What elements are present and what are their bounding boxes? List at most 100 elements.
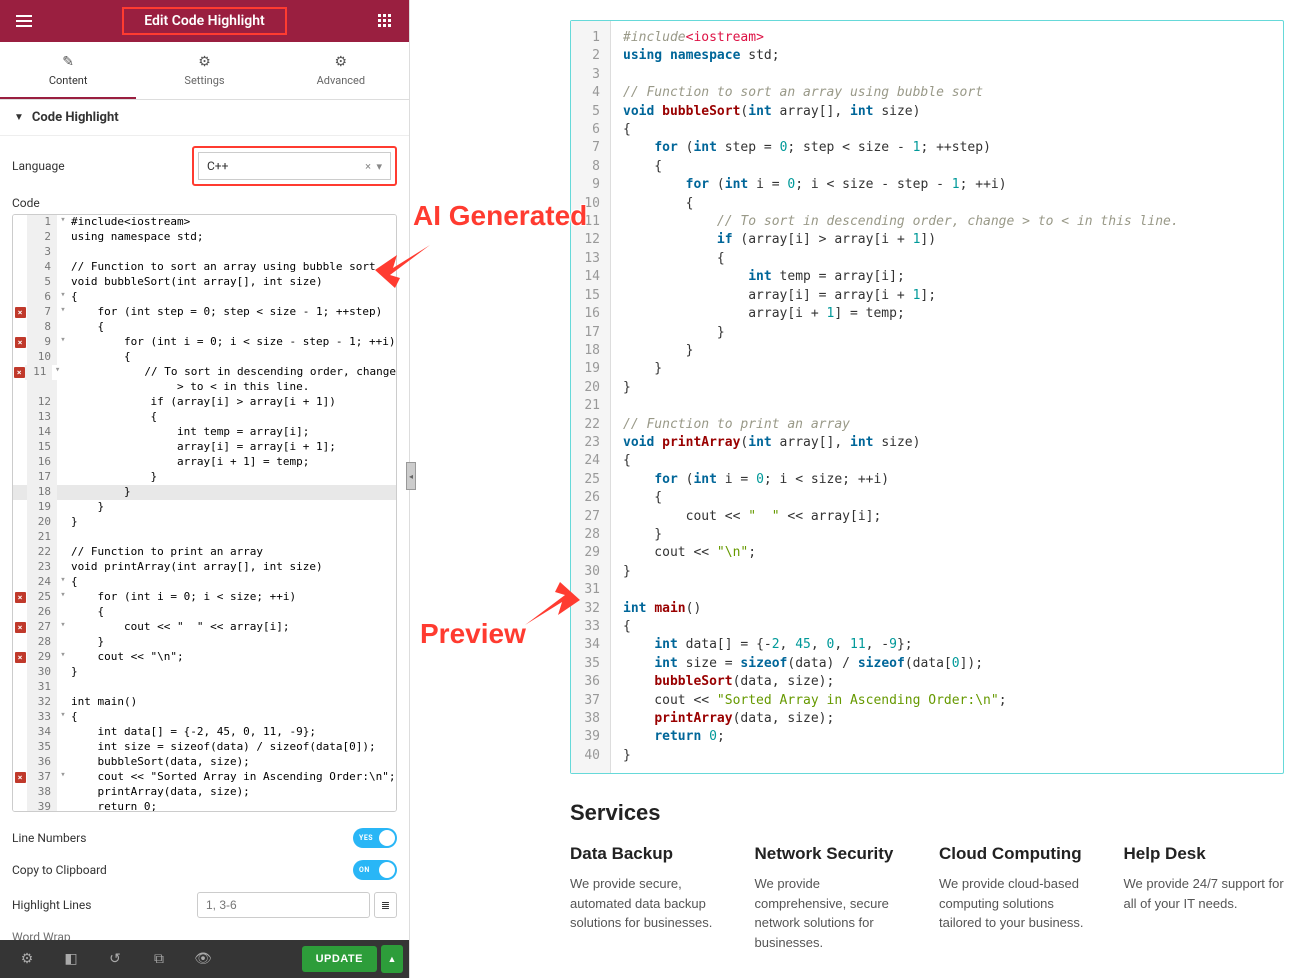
editor-line[interactable]: ×29▾ cout << "\n"; xyxy=(13,650,396,665)
editor-line[interactable]: 10 { xyxy=(13,350,396,365)
preview-code: #include<iostream>using namespace std; /… xyxy=(611,21,1283,773)
panel-resize-handle[interactable]: ◂ xyxy=(406,462,416,490)
tab-label: Settings xyxy=(184,74,224,87)
tab-settings[interactable]: ⚙ Settings xyxy=(136,42,272,99)
editor-line[interactable]: ×7▾ for (int step = 0; step < size - 1; … xyxy=(13,305,396,320)
panel-header: Edit Code Highlight xyxy=(0,0,409,42)
editor-line[interactable]: 2using namespace std; xyxy=(13,230,396,245)
line-numbers-label: Line Numbers xyxy=(12,831,86,845)
select-controls: × ▾ xyxy=(365,160,382,173)
editor-line[interactable]: 20} xyxy=(13,515,396,530)
error-marker-icon[interactable]: × xyxy=(15,592,26,603)
section-header[interactable]: ▼ Code Highlight xyxy=(0,100,409,136)
highlight-lines-label: Highlight Lines xyxy=(12,898,91,912)
language-label: Language xyxy=(12,159,192,173)
menu-icon[interactable] xyxy=(8,5,40,37)
toggle-knob xyxy=(379,830,395,846)
service-column: Cloud ComputingWe provide cloud-based co… xyxy=(939,844,1100,952)
toggle-knob xyxy=(379,862,395,878)
editor-line[interactable]: 30} xyxy=(13,665,396,680)
editor-line[interactable]: 38 printArray(data, size); xyxy=(13,785,396,800)
editor-line[interactable]: ×37▾ cout << "Sorted Array in Ascending … xyxy=(13,770,396,785)
code-editor[interactable]: 1▾#include<iostream>2using namespace std… xyxy=(12,214,397,812)
editor-line[interactable]: ×27▾ cout << " " << array[i]; xyxy=(13,620,396,635)
editor-line[interactable]: 15 array[i] = array[i + 1]; xyxy=(13,440,396,455)
update-caret[interactable]: ▲ xyxy=(381,945,403,973)
tab-label: Content xyxy=(49,74,88,87)
service-title: Data Backup xyxy=(570,844,731,864)
editor-line[interactable]: 17 } xyxy=(13,470,396,485)
editor-line[interactable]: 13 { xyxy=(13,410,396,425)
form-body: Language C++ × ▾ Code 1▾#include<iostrea… xyxy=(0,136,409,940)
layers-icon[interactable]: ◧ xyxy=(50,945,92,973)
error-marker-icon[interactable]: × xyxy=(15,337,26,348)
editor-line[interactable]: 31 xyxy=(13,680,396,695)
language-select-highlight: C++ × ▾ xyxy=(192,146,397,186)
editor-line[interactable]: ×11▾ // To sort in descending order, cha… xyxy=(13,365,396,380)
editor-line[interactable]: 39 return 0; xyxy=(13,800,396,812)
editor-line[interactable]: 18 } xyxy=(13,485,396,500)
gear-icon: ⚙ xyxy=(273,54,409,70)
language-value: C++ xyxy=(207,159,228,173)
tab-label: Advanced xyxy=(317,74,365,87)
editor-line[interactable]: 8 { xyxy=(13,320,396,335)
editor-line[interactable]: 1▾#include<iostream> xyxy=(13,215,396,230)
code-preview: 1234567891011121314151617181920212223242… xyxy=(570,20,1284,774)
editor-line[interactable]: ×25▾ for (int i = 0; i < size; ++i) xyxy=(13,590,396,605)
gear-icon: ⚙ xyxy=(136,54,272,70)
editor-line[interactable]: 5void bubbleSort(int array[], int size) xyxy=(13,275,396,290)
editor-line[interactable]: 35 int size = sizeof(data) / sizeof(data… xyxy=(13,740,396,755)
editor-line[interactable]: > to < in this line. xyxy=(13,380,396,395)
error-marker-icon[interactable]: × xyxy=(15,652,26,663)
editor-line[interactable]: 14 int temp = array[i]; xyxy=(13,425,396,440)
tab-advanced[interactable]: ⚙ Advanced xyxy=(273,42,409,99)
section-title: Code Highlight xyxy=(32,110,119,125)
editor-line[interactable]: 32int main() xyxy=(13,695,396,710)
tab-content[interactable]: ✎ Content xyxy=(0,42,136,99)
preview-icon[interactable]: 👁 xyxy=(182,945,224,973)
editor-line[interactable]: 24▾{ xyxy=(13,575,396,590)
editor-line[interactable]: 21 xyxy=(13,530,396,545)
service-desc: We provide comprehensive, secure network… xyxy=(755,874,916,952)
service-desc: We provide cloud-based computing solutio… xyxy=(939,874,1100,933)
editor-line[interactable]: 33▾{ xyxy=(13,710,396,725)
copy-clipboard-toggle[interactable]: ON xyxy=(353,860,397,880)
editor-line[interactable]: 22// Function to print an array xyxy=(13,545,396,560)
highlight-lines-input[interactable] xyxy=(197,892,370,918)
service-column: Help DeskWe provide 24/7 support for all… xyxy=(1124,844,1285,952)
service-column: Data Backup We provide secure, automated … xyxy=(570,844,731,952)
services-heading: Services xyxy=(570,800,1284,826)
error-marker-icon[interactable]: × xyxy=(15,622,26,633)
editor-line[interactable]: 34 int data[] = {-2, 45, 0, 11, -9}; xyxy=(13,725,396,740)
word-wrap-label: Word Wrap xyxy=(12,930,71,940)
responsive-icon[interactable]: ⧉ xyxy=(138,945,180,973)
tabs: ✎ Content ⚙ Settings ⚙ Advanced xyxy=(0,42,409,100)
editor-line[interactable]: 3 xyxy=(13,245,396,260)
editor-line[interactable]: 36 bubbleSort(data, size); xyxy=(13,755,396,770)
pencil-icon: ✎ xyxy=(0,54,136,70)
service-desc: We provide secure, automated data backup… xyxy=(570,874,731,933)
editor-line[interactable]: 16 array[i + 1] = temp; xyxy=(13,455,396,470)
error-marker-icon[interactable]: × xyxy=(14,367,25,378)
history-icon[interactable]: ↺ xyxy=(94,945,136,973)
update-button[interactable]: UPDATE xyxy=(302,946,377,972)
editor-line[interactable]: 6▾{ xyxy=(13,290,396,305)
code-label: Code xyxy=(12,196,192,210)
highlight-lines-button[interactable]: ≣ xyxy=(374,892,397,918)
editor-line[interactable]: ×9▾ for (int i = 0; i < size - step - 1;… xyxy=(13,335,396,350)
caret-down-icon: ▼ xyxy=(14,112,24,123)
editor-line[interactable]: 26 { xyxy=(13,605,396,620)
editor-line[interactable]: 12 if (array[i] > array[i + 1]) xyxy=(13,395,396,410)
error-marker-icon[interactable]: × xyxy=(15,772,26,783)
settings-icon[interactable]: ⚙ xyxy=(6,945,48,973)
apps-grid-icon[interactable] xyxy=(369,5,401,37)
editor-line[interactable]: 19 } xyxy=(13,500,396,515)
language-select[interactable]: C++ × ▾ xyxy=(198,152,391,180)
editor-line[interactable]: 28 } xyxy=(13,635,396,650)
preview-line-numbers: 1234567891011121314151617181920212223242… xyxy=(571,21,611,773)
service-column: Network SecurityWe provide comprehensive… xyxy=(755,844,916,952)
error-marker-icon[interactable]: × xyxy=(15,307,26,318)
editor-line[interactable]: 4// Function to sort an array using bubb… xyxy=(13,260,396,275)
editor-line[interactable]: 23void printArray(int array[], int size) xyxy=(13,560,396,575)
line-numbers-toggle[interactable]: YES xyxy=(353,828,397,848)
